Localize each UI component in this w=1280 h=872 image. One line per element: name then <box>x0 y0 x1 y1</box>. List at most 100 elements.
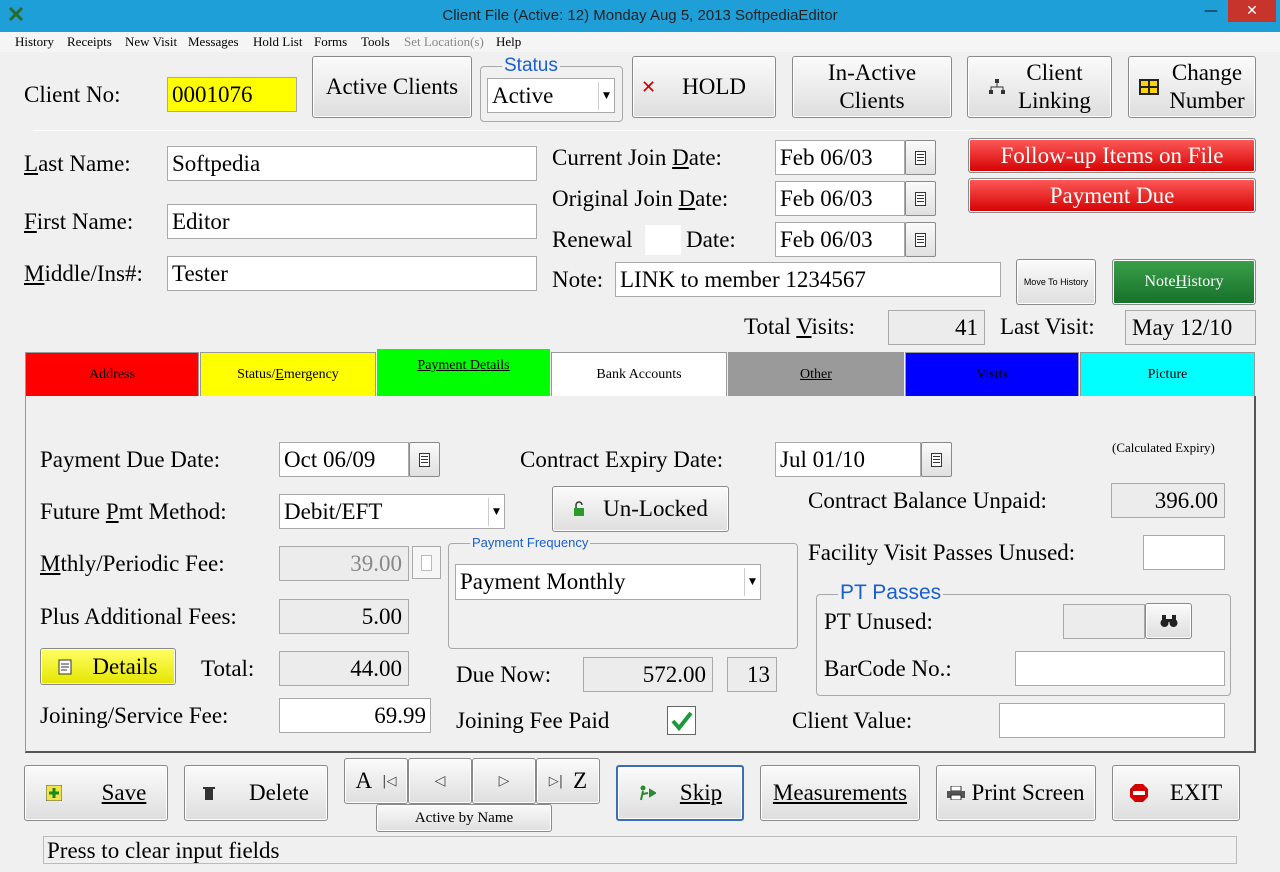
middle-name-label: Middle/Ins#: <box>24 261 143 286</box>
chevron-down-icon: ▼ <box>744 568 760 596</box>
client-value-field[interactable] <box>999 703 1225 738</box>
payment-frequency-label: Payment Frequency <box>470 535 591 550</box>
next-icon: ▷ <box>498 773 510 789</box>
note-label: Note: <box>552 267 604 292</box>
change-number-button[interactable]: Change Number <box>1128 56 1256 118</box>
renewal-blank <box>645 225 681 255</box>
move-to-history-button[interactable]: Move To History <box>1016 259 1096 305</box>
checkmark-icon <box>670 711 693 731</box>
menu-messages[interactable]: Messages <box>188 34 239 50</box>
save-button[interactable]: Save <box>24 765 168 821</box>
delete-button[interactable]: Delete <box>184 765 328 821</box>
menu-set-location[interactable]: Set Location(s) <box>404 34 484 50</box>
future-pmt-method-label: Future Pmt Method: <box>40 499 227 524</box>
menu-help[interactable]: Help <box>496 34 521 50</box>
renewal-date-label: Date: <box>686 227 736 252</box>
title-bar: Client File (Active: 12) Monday Aug 5, 2… <box>0 0 1280 32</box>
contract-balance-field: 396.00 <box>1111 483 1225 518</box>
header-divider <box>33 130 1248 131</box>
first-name-field[interactable]: Editor <box>167 204 537 239</box>
calendar-icon[interactable] <box>921 442 952 477</box>
nav-next-button[interactable]: ▷ <box>472 758 536 804</box>
current-join-date-label: Current Join Date: <box>552 145 722 170</box>
client-no-label: Client No: <box>24 82 121 107</box>
calendar-icon[interactable] <box>905 181 936 216</box>
active-clients-button[interactable]: Active Clients <box>312 56 472 118</box>
menu-forms[interactable]: Forms <box>314 34 347 50</box>
total-visits-field: 41 <box>888 310 985 345</box>
menu-hold-list[interactable]: Hold List <box>253 34 302 50</box>
last-visit-label: Last Visit: <box>1000 314 1095 339</box>
menu-bar: History Receipts New Visit Messages Hold… <box>0 32 1280 52</box>
window-title: Client File (Active: 12) Monday Aug 5, 2… <box>442 7 838 24</box>
nav-previous-button[interactable]: ◁ <box>408 758 472 804</box>
additional-fees-label: Plus Additional Fees: <box>40 604 237 629</box>
payment-due-date-field[interactable]: Oct 06/09 <box>279 442 409 477</box>
barcode-field[interactable] <box>1015 651 1225 686</box>
tab-picture[interactable]: Picture <box>1080 352 1255 396</box>
exit-button[interactable]: EXIT <box>1112 765 1240 821</box>
calendar-icon[interactable] <box>409 442 440 477</box>
original-join-date-field[interactable]: Feb 06/03 <box>775 181 905 216</box>
payment-frequency-select[interactable]: Payment Monthly ▼ <box>455 564 761 600</box>
menu-tools[interactable]: Tools <box>361 34 390 50</box>
details-button[interactable]: Details <box>40 648 176 685</box>
periodic-fee-label: Mthly/Periodic Fee: <box>40 551 225 576</box>
joining-fee-label: Joining/Service Fee: <box>40 703 229 728</box>
menu-new-visit[interactable]: New Visit <box>125 34 177 50</box>
last-name-field[interactable]: Softpedia <box>167 146 537 181</box>
previous-icon: ◁ <box>434 773 446 789</box>
status-group-label: Status <box>502 55 560 77</box>
calendar-icon[interactable] <box>905 140 936 175</box>
trash-icon <box>202 786 215 800</box>
pt-unused-field <box>1063 604 1145 639</box>
minimize-button[interactable]: — <box>1196 0 1226 22</box>
close-button[interactable]: ✕ <box>1228 0 1276 22</box>
tab-bank-accounts[interactable]: Bank Accounts <box>551 352 727 396</box>
future-pmt-method-select[interactable]: Debit/EFT ▼ <box>279 494 505 529</box>
unlocked-button[interactable]: Un-Locked <box>552 486 729 532</box>
measurements-button[interactable]: Measurements <box>760 765 920 821</box>
followup-items-button[interactable]: Follow-up Items on File <box>968 138 1256 173</box>
tab-other[interactable]: Other <box>728 352 904 396</box>
tab-address[interactable]: Address <box>25 352 199 396</box>
inactive-clients-button[interactable]: In-Active Clients <box>792 56 952 118</box>
first-name-label: First Name: <box>24 209 134 234</box>
periodic-fee-checkbox[interactable] <box>412 546 441 579</box>
status-select[interactable]: Active ▼ <box>487 78 615 113</box>
tab-payment-details[interactable]: Payment Details <box>377 349 550 396</box>
pt-passes-label: PT Passes <box>838 581 944 605</box>
print-screen-button[interactable]: Print Screen <box>936 765 1096 821</box>
joining-fee-field[interactable]: 69.99 <box>279 698 431 733</box>
renewal-date-field[interactable]: Feb 06/03 <box>775 222 905 257</box>
total-label: Total: <box>201 656 255 681</box>
contract-expiry-field[interactable]: Jul 01/10 <box>775 442 921 477</box>
client-linking-button[interactable]: Client Linking <box>967 56 1112 118</box>
additional-fees-field: 5.00 <box>279 599 409 634</box>
tab-status-emergency[interactable]: Status/Emergency <box>200 352 376 396</box>
binoculars-icon[interactable] <box>1145 603 1192 639</box>
hold-button[interactable]: ✕ HOLD <box>632 56 776 118</box>
current-join-date-field[interactable]: Feb 06/03 <box>775 140 905 175</box>
client-value-label: Client Value: <box>792 708 913 733</box>
contract-expiry-label: Contract Expiry Date: <box>520 447 724 472</box>
note-history-button[interactable]: Note History <box>1112 259 1256 305</box>
calendar-icon[interactable] <box>905 222 936 257</box>
nav-first-button[interactable]: A |◁ <box>344 758 408 804</box>
note-field[interactable]: LINK to member 1234567 <box>615 262 1001 297</box>
tab-visits[interactable]: Visits <box>905 352 1079 396</box>
facility-passes-label: Facility Visit Passes Unused: <box>808 540 1076 565</box>
sort-order-button[interactable]: Active by Name <box>376 804 552 832</box>
renewal-label: Renewal <box>552 227 633 252</box>
calculated-expiry-label: (Calculated Expiry) <box>1112 440 1215 455</box>
joining-fee-paid-checkbox[interactable] <box>667 706 696 735</box>
middle-name-field[interactable]: Tester <box>167 256 537 291</box>
facility-passes-field[interactable] <box>1143 535 1225 570</box>
skip-button[interactable]: Skip <box>616 765 744 821</box>
menu-history[interactable]: History <box>15 34 54 50</box>
payment-due-button[interactable]: Payment Due <box>968 178 1256 213</box>
nav-last-button[interactable]: ▷| Z <box>536 758 600 804</box>
menu-receipts[interactable]: Receipts <box>67 34 112 50</box>
due-now-label: Due Now: <box>456 662 552 687</box>
client-no-field[interactable]: 0001076 <box>167 77 297 112</box>
